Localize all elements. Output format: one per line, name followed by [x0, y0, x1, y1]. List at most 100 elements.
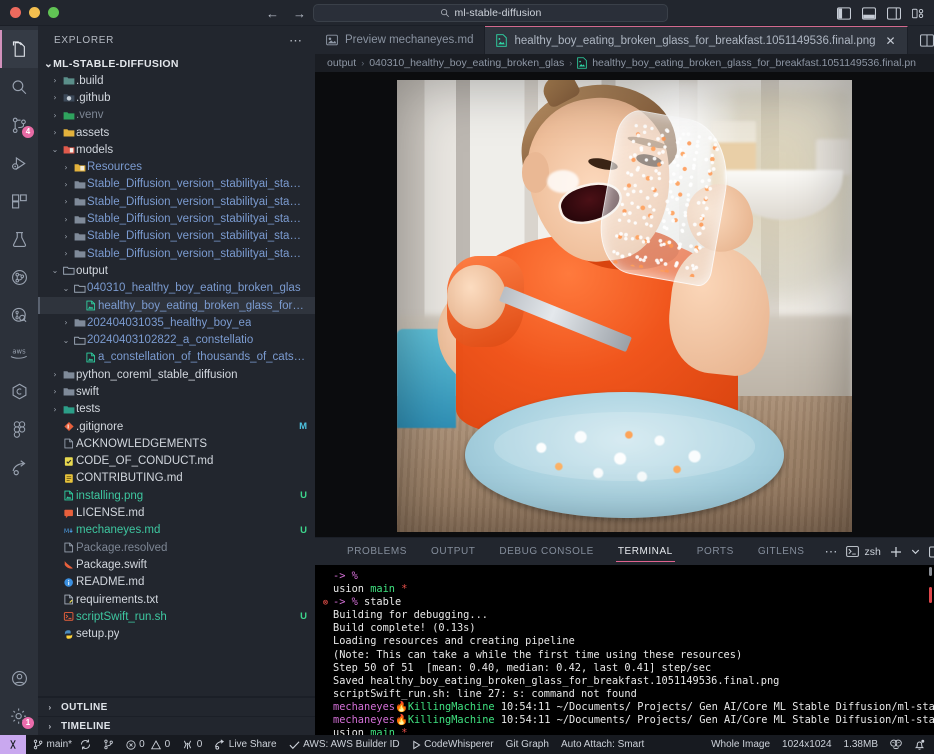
minimize-window-button[interactable]	[29, 7, 40, 18]
breadcrumb-item-2[interactable]: healthy_boy_eating_broken_glass_for_brea…	[592, 57, 916, 69]
sidebar-section-outline[interactable]: › OUTLINE	[38, 697, 315, 716]
tree-item[interactable]: ⌄ models	[38, 141, 315, 158]
tree-item[interactable]: ⌄ output	[38, 262, 315, 279]
sidebar-item-docker[interactable]	[0, 372, 38, 410]
panel-tab-bar[interactable]: PROBLEMS OUTPUT DEBUG CONSOLE TERMINAL PORTS…	[315, 538, 934, 565]
tree-item[interactable]: › tests	[38, 401, 315, 418]
remote-host-button[interactable]	[0, 735, 26, 754]
chevron-right-icon[interactable]: ›	[60, 249, 72, 258]
chevron-right-icon[interactable]: ›	[60, 215, 72, 224]
sidebar-section-timeline[interactable]: › TIMELINE	[38, 716, 315, 735]
chevron-right-icon[interactable]: ›	[49, 405, 61, 414]
tree-item[interactable]: › Stable_Diffusion_version_stabilityai_st…	[38, 193, 315, 210]
split-editor-icon[interactable]	[919, 33, 934, 47]
tree-item[interactable]: Package.resolved	[38, 539, 315, 556]
status-image-dimensions[interactable]: 1024x1024	[776, 735, 838, 754]
status-branch[interactable]: main*	[26, 735, 97, 754]
active-terminal-selector[interactable]: zsh	[846, 546, 881, 558]
status-ports[interactable]: 0	[176, 735, 208, 754]
image-preview-canvas[interactable]	[315, 72, 934, 537]
breadcrumb-item-1[interactable]: 040310_healthy_boy_eating_broken_glas	[369, 57, 564, 69]
status-feedback[interactable]	[884, 735, 908, 754]
chevron-down-icon[interactable]	[911, 547, 920, 556]
breadcrumb-item-0[interactable]: output	[327, 57, 356, 69]
tree-item[interactable]: › 202404031035_healthy_boy_ea	[38, 314, 315, 331]
panel-tab-terminal[interactable]: TERMINAL	[606, 538, 685, 565]
close-icon[interactable]: ✕	[886, 34, 896, 48]
chevron-right-icon[interactable]: ›	[49, 76, 61, 85]
status-notifications[interactable]	[908, 735, 934, 754]
status-problems[interactable]: 0 0	[120, 735, 177, 754]
toggle-secondary-sidebar-icon[interactable]	[887, 6, 901, 20]
maximize-window-button[interactable]	[48, 7, 59, 18]
chevron-right-icon[interactable]: ›	[49, 128, 61, 137]
tree-item[interactable]: CODE_OF_CONDUCT.md	[38, 453, 315, 470]
sidebar-item-gitlens[interactable]	[0, 258, 38, 296]
tree-item[interactable]: › Stable_Diffusion_version_stabilityai_st…	[38, 228, 315, 245]
explorer-more-actions[interactable]: ⋯	[289, 33, 303, 49]
toggle-panel-icon[interactable]	[862, 6, 876, 20]
chevron-right-icon[interactable]: ›	[60, 163, 72, 172]
terminal-output[interactable]: -> % usion main * ⊗ -> % stable Building fo…	[315, 565, 934, 735]
tab-image-preview[interactable]: healthy_boy_eating_broken_glass_for_brea…	[485, 26, 908, 54]
chevron-down-icon[interactable]: ⌄	[49, 145, 61, 154]
chevron-down-icon[interactable]: ⌄	[60, 336, 72, 345]
split-terminal-icon[interactable]	[928, 545, 934, 558]
chevron-down-icon[interactable]: ⌄	[60, 284, 72, 293]
customize-layout-icon[interactable]	[912, 7, 926, 20]
chevron-right-icon[interactable]: ›	[49, 370, 61, 379]
tree-item[interactable]: › Resources	[38, 158, 315, 175]
tree-item[interactable]: scriptSwift_run.sh U	[38, 608, 315, 625]
close-window-button[interactable]	[10, 7, 21, 18]
chevron-right-icon[interactable]: ›	[49, 93, 61, 102]
tree-item[interactable]: ⌄ 20240403102822_a_constellatio	[38, 331, 315, 348]
tree-item[interactable]: ACKNOWLEDGEMENTS	[38, 435, 315, 452]
sidebar-item-figma[interactable]	[0, 410, 38, 448]
sidebar-item-testing[interactable]	[0, 220, 38, 258]
sidebar-item-explorer[interactable]	[0, 30, 38, 68]
tree-item[interactable]: requirements.txt	[38, 591, 315, 608]
tree-item[interactable]: healthy_boy_eating_broken_glass_for_bre…	[38, 296, 315, 315]
panel-tab-gitlens[interactable]: GITLENS	[746, 538, 817, 565]
status-image-selection[interactable]: Whole Image	[705, 735, 776, 754]
new-terminal-icon[interactable]	[890, 546, 902, 558]
sidebar-item-aws[interactable]: aws	[0, 334, 38, 372]
chevron-right-icon[interactable]: ›	[60, 197, 72, 206]
status-live-share[interactable]: Live Share	[208, 735, 282, 754]
tab-preview-mechaneyes[interactable]: Preview mechaneyes.md	[315, 26, 486, 54]
status-codewhisperer[interactable]: CodeWhisperer	[406, 735, 500, 754]
tree-item[interactable]: › Stable_Diffusion_version_stabilityai_st…	[38, 176, 315, 193]
status-auto-attach[interactable]: Auto Attach: Smart	[555, 735, 650, 754]
chevron-down-icon[interactable]: ⌄	[49, 266, 61, 275]
status-aws[interactable]: AWS: AWS Builder ID	[283, 735, 406, 754]
sidebar-item-accounts[interactable]	[0, 659, 38, 697]
arrow-right-icon[interactable]: →	[293, 7, 306, 20]
chevron-right-icon[interactable]: ›	[49, 387, 61, 396]
tree-item[interactable]: a_constellation_of_thousands_of_cats_in_…	[38, 349, 315, 366]
panel-tab-debug-console[interactable]: DEBUG CONSOLE	[487, 538, 605, 565]
chevron-right-icon[interactable]: ›	[60, 318, 72, 327]
window-traffic-lights[interactable]	[0, 7, 59, 18]
sidebar-item-run-and-debug[interactable]	[0, 144, 38, 182]
panel-tab-output[interactable]: OUTPUT	[419, 538, 487, 565]
sidebar-item-source-control[interactable]: 4	[0, 106, 38, 144]
tree-item[interactable]: ⌄ 040310_healthy_boy_eating_broken_glas	[38, 280, 315, 297]
panel-more-tabs[interactable]: ⋯	[816, 538, 846, 565]
command-center-search[interactable]: ml-stable-diffusion	[313, 4, 668, 22]
tree-item[interactable]: › swift	[38, 383, 315, 400]
tree-item[interactable]: CONTRIBUTING.md	[38, 470, 315, 487]
file-tree[interactable]: › .build › .github › .venv › assets ⌄ models › Reso…	[38, 72, 315, 696]
sync-icon[interactable]	[80, 739, 91, 750]
tree-item[interactable]: .gitignore M	[38, 418, 315, 435]
tree-item[interactable]: › Stable_Diffusion_version_stabilityai_st…	[38, 245, 315, 262]
tree-item[interactable]: setup.py	[38, 626, 315, 643]
chevron-right-icon[interactable]: ›	[49, 111, 61, 120]
tree-item[interactable]: README.md	[38, 574, 315, 591]
tree-item[interactable]: › python_coreml_stable_diffusion	[38, 366, 315, 383]
chevron-right-icon[interactable]: ›	[60, 180, 72, 189]
chevron-down-icon[interactable]: ⌄	[44, 58, 53, 70]
status-git-graph[interactable]: Git Graph	[500, 735, 555, 754]
chevron-right-icon[interactable]: ›	[60, 232, 72, 241]
tree-item[interactable]: › .build	[38, 72, 315, 89]
tree-item[interactable]: › assets	[38, 124, 315, 141]
